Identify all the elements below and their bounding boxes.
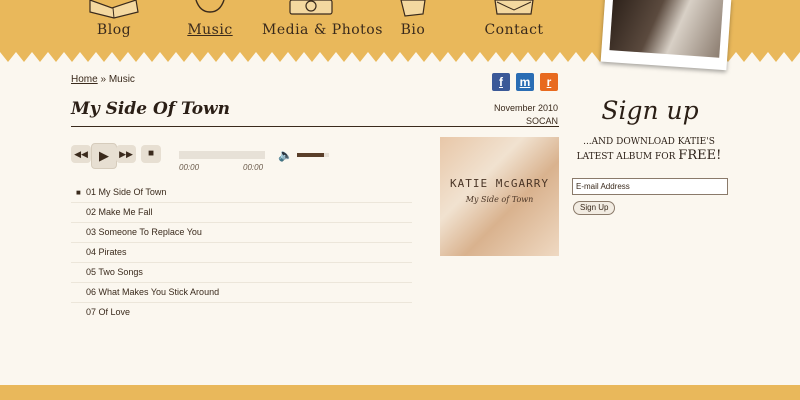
total-time: 00:00 bbox=[243, 163, 264, 172]
nav-label-music: Music bbox=[187, 22, 233, 38]
track-item[interactable]: 02 Make Me Fall bbox=[71, 203, 412, 223]
nav-item-media-photos[interactable]: Media & Photos bbox=[262, 0, 383, 38]
nav-item-music[interactable]: Music bbox=[180, 0, 240, 38]
signup-free: FREE! bbox=[678, 148, 722, 163]
track-title: 02 Make Me Fall bbox=[86, 207, 153, 217]
nav-item-contact[interactable]: Contact bbox=[478, 0, 550, 38]
track-item[interactable]: 05 Two Songs bbox=[71, 263, 412, 283]
artist-photo-image bbox=[609, 0, 724, 58]
site-footer bbox=[0, 385, 800, 400]
breadcrumb: Home » Music bbox=[71, 74, 135, 85]
stop-icon: ■ bbox=[147, 148, 155, 159]
nav-label-media-photos: Media & Photos bbox=[262, 22, 383, 38]
album-artist: KATIE McGARRY bbox=[449, 177, 550, 190]
elapsed-time: 00:00 bbox=[179, 163, 200, 172]
artist-photo bbox=[600, 0, 732, 71]
myspace-icon[interactable]: m bbox=[516, 73, 534, 91]
title-divider bbox=[71, 126, 559, 127]
nav-item-blog[interactable]: Blog bbox=[84, 0, 144, 38]
track-title: 07 Of Love bbox=[86, 307, 131, 317]
album-cover: KATIE McGARRY My Side of Town bbox=[440, 137, 559, 256]
nav-label-contact: Contact bbox=[484, 22, 544, 38]
fast-forward-icon: ▶▶ bbox=[119, 149, 133, 159]
signup-button[interactable]: Sign Up bbox=[573, 201, 616, 215]
now-playing-icon: ■ bbox=[76, 188, 81, 197]
track-title: 03 Someone To Replace You bbox=[86, 227, 202, 237]
fast-forward-button[interactable]: ▶▶ bbox=[116, 145, 136, 163]
nav-label-blog: Blog bbox=[96, 22, 132, 38]
release-info: November 2010 SOCAN bbox=[494, 102, 558, 128]
volume-icon[interactable]: 🔈 bbox=[278, 148, 293, 162]
track-item[interactable]: 07 Of Love bbox=[71, 303, 412, 322]
track-title: 04 Pirates bbox=[86, 247, 127, 257]
track-item[interactable]: ■ 01 My Side Of Town bbox=[71, 183, 412, 203]
track-title: 05 Two Songs bbox=[86, 267, 143, 277]
breadcrumb-separator: » bbox=[100, 74, 107, 85]
signup-title: Sign up bbox=[601, 96, 699, 125]
rss-icon[interactable]: r bbox=[540, 73, 558, 91]
page-title: My Side Of Town bbox=[71, 99, 231, 119]
track-list: ■ 01 My Side Of Town 02 Make Me Fall 03 Som… bbox=[71, 183, 412, 322]
signup-subtitle-line2-wrap: latest album for FREE! bbox=[571, 149, 727, 164]
audio-player: ◀◀ ▶ ▶▶ ■ 00:00 00:00 🔈 bbox=[71, 143, 336, 172]
track-item[interactable]: 06 What Makes You Stick Around bbox=[71, 283, 412, 303]
volume-slider[interactable] bbox=[297, 153, 329, 157]
volume-level bbox=[297, 153, 325, 157]
rewind-button[interactable]: ◀◀ bbox=[71, 145, 91, 163]
track-item[interactable]: 03 Someone To Replace You bbox=[71, 223, 412, 243]
nav-item-bio[interactable]: Bio bbox=[388, 0, 438, 38]
track-item[interactable]: 04 Pirates bbox=[71, 243, 412, 263]
breadcrumb-home-link[interactable]: Home bbox=[71, 74, 98, 85]
email-field[interactable] bbox=[572, 178, 728, 195]
book-icon bbox=[89, 0, 139, 19]
envelope-icon bbox=[494, 0, 534, 15]
rewind-icon: ◀◀ bbox=[74, 149, 88, 159]
guitar-icon bbox=[195, 0, 225, 13]
track-title: 01 My Side Of Town bbox=[86, 187, 167, 197]
breadcrumb-current: Music bbox=[108, 74, 135, 85]
progress-bar[interactable] bbox=[179, 151, 265, 159]
signup-subtitle-line2: latest album for bbox=[576, 152, 676, 162]
release-date: November 2010 bbox=[493, 103, 558, 113]
play-icon: ▶ bbox=[99, 148, 109, 163]
camera-icon bbox=[289, 0, 333, 15]
album-title: My Side of Town bbox=[465, 195, 534, 204]
signup-subtitle: ...and download Katie's latest album for… bbox=[571, 136, 727, 164]
facebook-icon[interactable]: f bbox=[492, 73, 510, 91]
notebook-icon bbox=[400, 0, 426, 17]
stop-button[interactable]: ■ bbox=[141, 145, 161, 163]
track-title: 06 What Makes You Stick Around bbox=[86, 287, 220, 297]
play-button[interactable]: ▶ bbox=[91, 143, 117, 169]
nav-label-bio: Bio bbox=[400, 22, 426, 38]
